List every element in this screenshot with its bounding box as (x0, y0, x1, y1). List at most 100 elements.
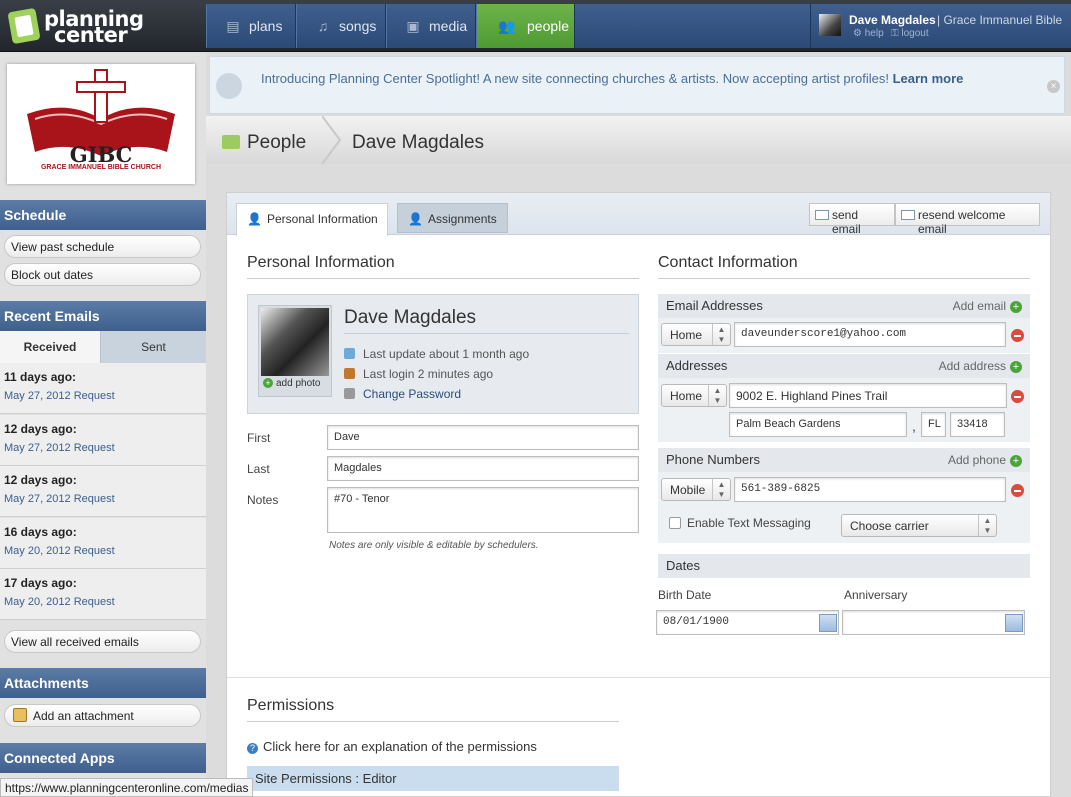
email-field[interactable]: daveunderscore1@yahoo.com (734, 322, 1006, 347)
tab-received[interactable]: Received (0, 331, 100, 363)
add-attachment-button[interactable]: Add an attachment (4, 704, 201, 727)
lock-icon (344, 388, 355, 399)
user-name[interactable]: Dave Magdales (849, 13, 936, 27)
close-icon[interactable]: × (1047, 80, 1060, 93)
plus-icon: + (1010, 455, 1022, 467)
tab-personal-information[interactable]: 👤 Personal Information (236, 203, 388, 236)
email-subject[interactable]: May 20, 2012 Request (4, 596, 202, 608)
site-permissions-row[interactable]: Site Permissions : Editor (247, 766, 619, 791)
nav-tab-label: people (527, 18, 570, 34)
notice-text: Introducing Planning Center Spotlight! A… (261, 71, 964, 86)
email-age: 11 days ago: (4, 370, 77, 384)
notes-textarea[interactable]: #70 - Tenor (327, 487, 639, 533)
film-icon: ▣ (406, 18, 420, 34)
resend-welcome-email-button[interactable]: resend welcome email (895, 203, 1040, 236)
email-age: 12 days ago: (4, 422, 77, 436)
nav-tab-plans[interactable]: ▤ plans (206, 4, 296, 48)
add-email-button[interactable]: Add email + (953, 299, 1022, 313)
email-type-select[interactable]: Home ▲ ▼ (661, 323, 731, 346)
send-email-label: send email (832, 208, 861, 236)
organization-name: | Grace Immanuel Bible (937, 13, 1063, 27)
breadcrumb-people[interactable]: People (247, 132, 306, 154)
connected-apps-header: Connected Apps (0, 743, 206, 773)
email-subject[interactable]: May 27, 2012 Request (4, 493, 202, 505)
add-address-button[interactable]: Add address + (939, 359, 1022, 373)
people-folder-icon (222, 135, 240, 149)
nav-tab-label: media (429, 18, 468, 34)
schedule-header: Schedule (0, 200, 206, 230)
nav-tab-songs[interactable]: ♫ songs (296, 4, 386, 48)
planning-center-logo[interactable]: planning center (7, 7, 200, 46)
email-subject[interactable]: May 27, 2012 Request (4, 390, 202, 402)
door-icon (344, 368, 355, 379)
email-list-item[interactable]: 12 days ago: May 27, 2012 Request (0, 466, 206, 517)
learn-more-link[interactable]: Learn more (893, 71, 964, 86)
last-label: Last (247, 462, 270, 476)
add-phone-button[interactable]: Add phone + (948, 453, 1022, 467)
carrier-select[interactable]: Choose carrier ▲ ▼ (841, 514, 997, 537)
personal-information-heading: Personal Information (247, 254, 639, 279)
zip-field[interactable]: 33418 (950, 412, 1005, 437)
birth-date-label: Birth Date (658, 588, 712, 602)
first-name-field[interactable]: Dave (327, 425, 639, 450)
permissions-explanation-link[interactable]: ? Click here for an explanation of the pe… (247, 739, 537, 754)
robot-icon (216, 73, 242, 99)
calendar-icon[interactable] (1005, 614, 1023, 632)
phone-row: Mobile ▲ ▼ 561-389-6825 Enable Text Messag… (658, 472, 1030, 543)
plus-icon: + (263, 378, 273, 388)
email-row: Home ▲ ▼ daveunderscore1@yahoo.com (658, 318, 1030, 353)
email-addresses-header: Email Addresses Add email + (658, 294, 1030, 318)
state-field[interactable]: FL (921, 412, 946, 437)
email-list-item[interactable]: 11 days ago: May 27, 2012 Request (0, 363, 206, 414)
tab-sent[interactable]: Sent (100, 331, 206, 363)
help-link[interactable]: ⚙ help (853, 28, 884, 39)
phone-field[interactable]: 561-389-6825 (734, 477, 1006, 502)
email-subject[interactable]: May 27, 2012 Request (4, 442, 202, 454)
permissions-heading: Permissions (247, 697, 619, 722)
remove-email-icon[interactable] (1011, 329, 1024, 342)
change-password-link[interactable]: Change Password (344, 387, 461, 401)
profile-image (261, 308, 329, 376)
user-avatar[interactable] (819, 14, 841, 36)
birth-date-field[interactable]: 08/01/1900 (656, 610, 839, 635)
profile-photo[interactable]: + add photo (258, 305, 332, 397)
address-type-select[interactable]: Home ▲ ▼ (661, 384, 727, 407)
notes-hint: Notes are only visible & editable by sch… (329, 540, 539, 551)
plus-icon: + (1010, 301, 1022, 313)
dates-header: Dates (658, 554, 1030, 578)
stepper-icon: ▲ ▼ (712, 324, 730, 345)
nav-tab-people[interactable]: 👥 people (476, 4, 575, 48)
comma-separator: , (912, 418, 916, 434)
add-photo-link[interactable]: + add photo (263, 378, 321, 389)
anniversary-field[interactable] (842, 610, 1025, 635)
nav-tab-media[interactable]: ▣ media (386, 4, 476, 48)
church-logo-subtitle: GRACE IMMANUEL BIBLE CHURCH (40, 164, 162, 171)
calendar-icon[interactable] (819, 614, 837, 632)
remove-address-icon[interactable] (1011, 390, 1024, 403)
spotlight-notice: Introducing Planning Center Spotlight! A… (209, 56, 1065, 114)
attachment-icon (13, 708, 27, 722)
tab-assignments[interactable]: 👤 Assignments (397, 203, 508, 233)
email-list-item[interactable]: 16 days ago: May 20, 2012 Request (0, 518, 206, 569)
view-past-schedule-button[interactable]: View past schedule (4, 235, 201, 258)
resend-welcome-label: resend welcome email (918, 208, 1006, 236)
city-field[interactable]: Palm Beach Gardens (729, 412, 907, 437)
email-subject[interactable]: May 20, 2012 Request (4, 545, 202, 557)
phone-numbers-header: Phone Numbers Add phone + (658, 448, 1030, 472)
view-all-emails-button[interactable]: View all received emails (4, 630, 201, 653)
email-list-item[interactable]: 17 days ago: May 20, 2012 Request (0, 569, 206, 620)
last-name-field[interactable]: Magdales (327, 456, 639, 481)
phone-type-select[interactable]: Mobile ▲ ▼ (661, 478, 731, 501)
remove-phone-icon[interactable] (1011, 484, 1024, 497)
block-out-dates-button[interactable]: Block out dates (4, 263, 201, 286)
last-update: Last update about 1 month ago (344, 347, 529, 361)
send-email-button[interactable]: send email (809, 203, 895, 236)
email-list-item[interactable]: 12 days ago: May 27, 2012 Request (0, 415, 206, 466)
street-field[interactable]: 9002 E. Highland Pines Trail (729, 383, 1007, 408)
breadcrumb: People Dave Magdales (206, 116, 1071, 164)
status-bar-url: https://www.planningcenteronline.com/med… (0, 778, 254, 797)
text-messaging-checkbox[interactable] (669, 517, 681, 529)
sidebar: GIBC GRACE IMMANUEL BIBLE CHURCH Schedul… (0, 52, 206, 797)
logout-link[interactable]: ⚿ logout (891, 28, 929, 39)
breadcrumb-separator-icon (322, 116, 342, 164)
